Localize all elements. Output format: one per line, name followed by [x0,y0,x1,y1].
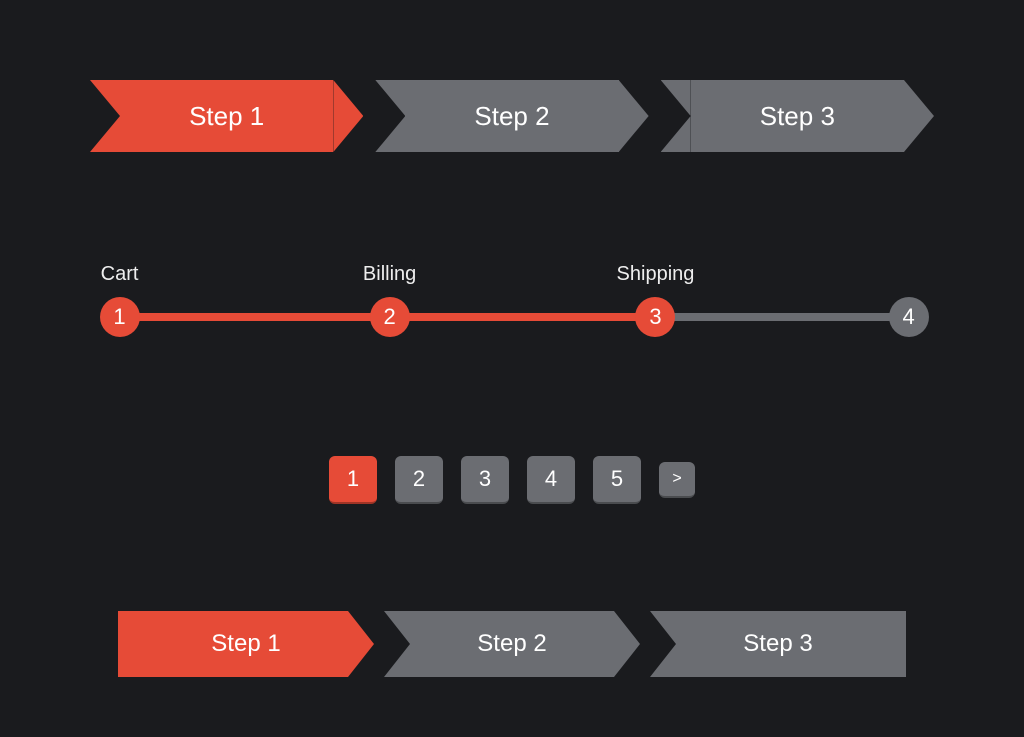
circle-stepper-label-cart: Cart [101,263,139,286]
arrow-stepper-a-step-3[interactable]: Step 3 [661,80,934,152]
arrow-stepper-b-step-label: Step 1 [211,630,280,658]
circle-stepper: Cart 1 Billing 2 Shipping 3 4 [90,259,934,349]
circle-stepper-number: 2 [383,304,395,330]
pagination-page-1[interactable]: 1 [329,456,377,504]
pagination-page-2[interactable]: 2 [395,456,443,504]
circle-stepper-node-3[interactable]: 3 [635,297,675,337]
arrow-stepper-a-step-label: Step 2 [474,101,549,132]
pagination-page-label: 4 [545,466,557,492]
circle-stepper-label-shipping: Shipping [617,263,695,286]
circle-stepper-number: 4 [903,304,915,330]
chevron-right-icon: > [672,470,681,488]
circle-stepper-label-billing: Billing [363,263,416,286]
arrow-stepper-a: Step 1 Step 2 Step 3 [90,80,934,152]
arrow-stepper-b-step-label: Step 3 [743,630,812,658]
pagination-page-5[interactable]: 5 [593,456,641,504]
pagination-page-label: 5 [611,466,623,492]
pagination-page-label: 2 [413,466,425,492]
pagination-page-label: 1 [347,466,359,492]
arrow-stepper-b-step-label: Step 2 [477,630,546,658]
pagination-page-3[interactable]: 3 [461,456,509,504]
pagination-page-label: 3 [479,466,491,492]
circle-stepper-track [110,313,914,321]
arrow-stepper-a-step-2[interactable]: Step 2 [375,80,648,152]
circle-stepper-number: 1 [113,304,125,330]
pagination: 1 2 3 4 5 > [90,456,934,504]
arrow-stepper-a-step-1[interactable]: Step 1 [90,80,363,152]
circle-stepper-node-4[interactable]: 4 [889,297,929,337]
arrow-stepper-b-step-2[interactable]: Step 2 [384,611,640,677]
circle-stepper-number: 3 [649,304,661,330]
circle-stepper-node-1[interactable]: 1 [100,297,140,337]
arrow-stepper-b: Step 1 Step 2 Step 3 [118,611,906,677]
arrow-stepper-b-step-3[interactable]: Step 3 [650,611,906,677]
arrow-stepper-a-step-label: Step 1 [189,101,264,132]
pagination-next-button[interactable]: > [659,462,695,498]
circle-stepper-node-2[interactable]: 2 [370,297,410,337]
arrow-stepper-b-step-1[interactable]: Step 1 [118,611,374,677]
pagination-page-4[interactable]: 4 [527,456,575,504]
arrow-stepper-a-step-label: Step 3 [760,101,835,132]
